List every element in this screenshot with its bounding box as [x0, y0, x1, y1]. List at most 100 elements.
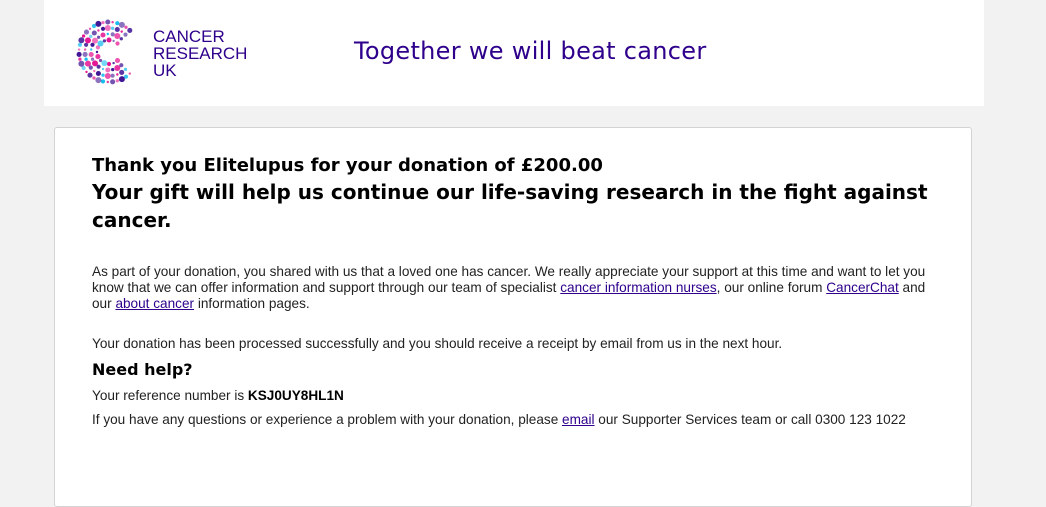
- logo-line-2: RESEARCH: [153, 44, 248, 63]
- logo-dot: [95, 70, 101, 77]
- logo-dot: [101, 67, 105, 71]
- logo-dot: [81, 34, 86, 38]
- logo-dot: [92, 76, 96, 80]
- logo-dot: [118, 76, 125, 83]
- logo-dot: [105, 19, 111, 25]
- logo-dot: [97, 40, 104, 47]
- logo-dot: [114, 33, 121, 39]
- logo-dot: [119, 37, 123, 41]
- contact-text: our Supporter Services team or call 0300…: [594, 412, 906, 427]
- logo-dot: [92, 37, 98, 44]
- logo-dot: [105, 67, 111, 73]
- contact-line: If you have any questions or experience …: [92, 412, 942, 428]
- logo-dot: [85, 70, 88, 74]
- confirmation-card: Thank you Elitelupus for your donation o…: [54, 127, 972, 507]
- logo-dot: [88, 51, 94, 58]
- logo-dot: [106, 61, 112, 67]
- thank-you-heading: Thank you Elitelupus for your donation o…: [92, 155, 603, 176]
- logo-dot: [100, 79, 106, 84]
- logo-dot: [84, 57, 88, 61]
- logo-dot: [101, 73, 105, 77]
- logo-dot: [87, 72, 93, 78]
- logo-line-1: CANCER: [153, 27, 225, 46]
- logo-line-3: UK: [153, 61, 177, 80]
- logo-dot: [100, 26, 106, 31]
- logo-dot: [88, 27, 92, 30]
- logo-dot: [123, 32, 128, 37]
- logo-dot: [112, 39, 115, 43]
- gift-impact-heading: Your gift will help us continue our life…: [92, 180, 928, 232]
- logo-dot: [78, 60, 85, 67]
- logo-dot: [89, 34, 93, 39]
- logo-dot: [114, 65, 121, 71]
- logo-dot: [102, 39, 107, 43]
- logo-dot: [101, 60, 108, 67]
- reference-label: Your reference number is: [92, 388, 248, 403]
- logo-dot: [110, 26, 115, 30]
- logo-dot: [119, 69, 125, 75]
- logo-dot: [96, 35, 101, 39]
- logo-wordmark: CANCER RESEARCH UK: [153, 28, 247, 79]
- loved-one-support-paragraph: As part of your donation, you shared wit…: [92, 264, 942, 312]
- logo-dot: [124, 25, 128, 29]
- logo-dot: [85, 37, 91, 44]
- logo-dot: [83, 48, 87, 51]
- logo-dot: [82, 51, 88, 57]
- logo-dot: [78, 37, 85, 44]
- logo-dot: [83, 29, 90, 35]
- contact-text: If you have any questions or experience …: [92, 412, 563, 427]
- logo-dot: [77, 42, 82, 47]
- logo-dot: [128, 72, 131, 75]
- logo-dot: [77, 48, 81, 51]
- logo-dot: [110, 79, 116, 85]
- logo-dot: [104, 73, 111, 79]
- logo-dot: [106, 37, 112, 43]
- logo-dot: [115, 41, 120, 46]
- logo-dot: [114, 26, 120, 33]
- logo-dot: [97, 29, 100, 32]
- reference-number-line: Your reference number is KSJ0UY8HL1N: [92, 388, 942, 404]
- logo-dot: [123, 67, 128, 72]
- logo-dots-icon: [76, 19, 133, 85]
- logo-dot: [110, 73, 115, 78]
- logo-dot: [104, 25, 111, 31]
- logo-dot: [106, 80, 109, 84]
- email-link[interactable]: email: [562, 412, 594, 427]
- donation-processed-message: Your donation has been processed success…: [92, 336, 783, 351]
- about-cancer-link[interactable]: about cancer: [115, 296, 194, 311]
- logo-dot: [95, 50, 99, 54]
- logo-dot: [101, 20, 105, 25]
- logo-dot: [120, 30, 123, 33]
- logo-dot: [116, 73, 119, 76]
- reference-number: KSJ0UY8HL1N: [247, 388, 344, 403]
- cancerchat-link[interactable]: CancerChat: [826, 280, 899, 295]
- logo-dot: [115, 21, 120, 26]
- cancer-research-uk-logo[interactable]: CANCER RESEARCH UK: [72, 18, 247, 88]
- logo-dot: [91, 30, 97, 36]
- cancer-information-nurses-link[interactable]: cancer information nurses: [560, 280, 716, 295]
- need-help-heading: Need help?: [92, 360, 193, 379]
- logo-dot: [95, 20, 102, 27]
- logo-dot: [90, 48, 93, 51]
- logo-dot: [118, 21, 125, 28]
- logo-dot: [85, 60, 91, 67]
- logo-dot: [111, 21, 114, 24]
- logo-dot: [100, 32, 106, 38]
- paragraph-text: information pages.: [194, 296, 310, 311]
- site-header: CANCER RESEARCH UK Together we will beat…: [44, 0, 984, 106]
- logo-dot: [98, 58, 103, 63]
- logo-dot: [110, 32, 115, 37]
- logo-dot: [78, 57, 82, 61]
- logo-dot: [115, 79, 119, 83]
- logo-dot: [76, 51, 82, 57]
- logo-dot: [112, 61, 115, 65]
- logo-dot: [95, 77, 102, 84]
- logo-dot: [127, 27, 133, 33]
- logo-dot: [95, 54, 101, 60]
- site-tagline: Together we will beat cancer: [354, 37, 707, 65]
- logo-dot: [92, 60, 98, 67]
- logo-dot: [93, 69, 96, 73]
- confirmation-content: Thank you Elitelupus for your donation o…: [92, 154, 942, 428]
- logo-dot: [90, 57, 95, 61]
- logo-dot: [111, 67, 115, 72]
